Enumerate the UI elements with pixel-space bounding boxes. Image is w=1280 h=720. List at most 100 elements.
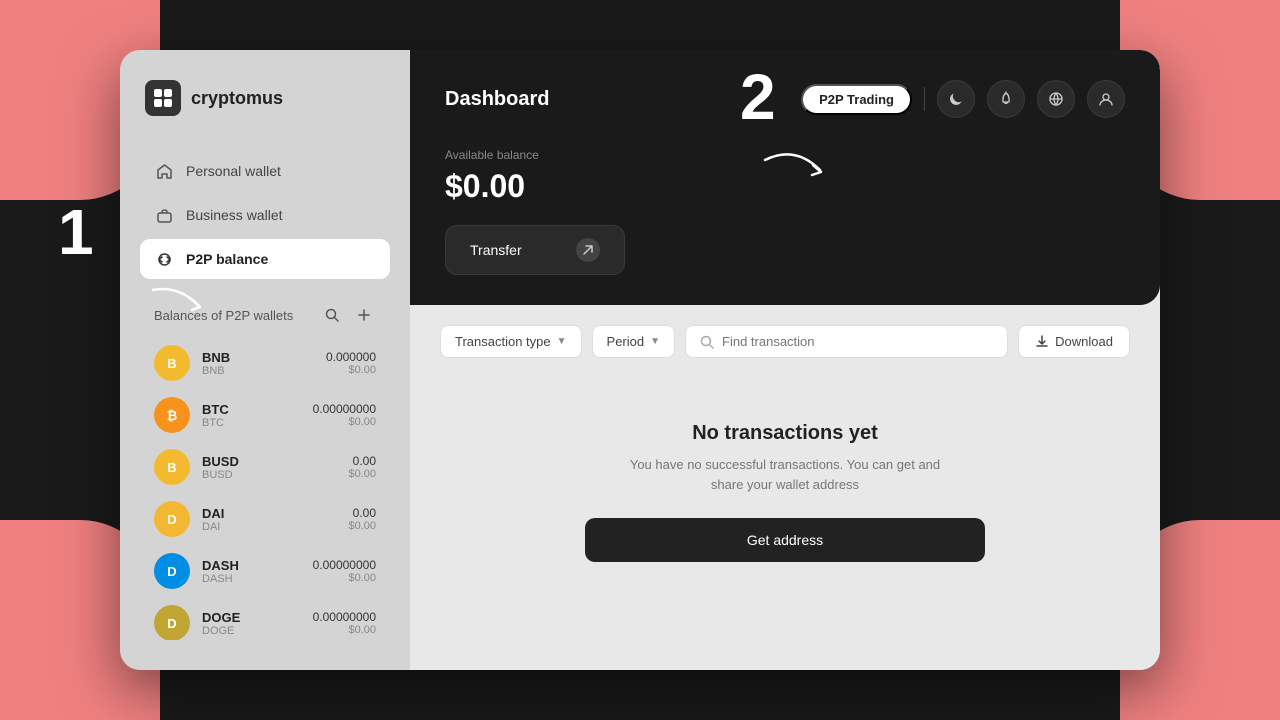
download-button[interactable]: Download bbox=[1018, 325, 1130, 358]
coin-name: DASH bbox=[202, 558, 301, 573]
coin-balance: 0.00000000 $0.00 bbox=[313, 610, 376, 636]
coin-list: B BNB BNB 0.000000 $0.00 ₿ BTC BTC 0.000… bbox=[140, 337, 390, 640]
transfer-button[interactable]: Transfer bbox=[445, 225, 625, 275]
balances-title: Balances of P2P wallets bbox=[154, 308, 293, 323]
empty-title: No transactions yet bbox=[692, 422, 878, 445]
empty-subtitle: You have no successful transactions. You… bbox=[625, 455, 945, 494]
coin-usd: $0.00 bbox=[313, 416, 376, 428]
p2p-icon bbox=[154, 249, 174, 269]
search-box bbox=[685, 325, 1008, 358]
dashboard-right: P2P Trading bbox=[801, 80, 1125, 118]
coin-name: DAI bbox=[202, 506, 336, 521]
coin-icon-bnb: B bbox=[154, 345, 190, 381]
coin-usd: $0.00 bbox=[348, 468, 376, 480]
period-filter[interactable]: Period ▼ bbox=[592, 325, 675, 358]
coin-balance: 0.00 $0.00 bbox=[348, 454, 376, 480]
coin-balance: 0.00 $0.00 bbox=[348, 506, 376, 532]
chevron-down-icon-period: ▼ bbox=[650, 336, 660, 347]
coin-amount: 0.000000 bbox=[326, 350, 376, 364]
balance-label: Available balance bbox=[445, 148, 1125, 162]
coin-amount: 0.00000000 bbox=[313, 402, 376, 416]
sidebar-item-business-wallet[interactable]: Business wallet bbox=[140, 195, 390, 235]
coin-name: BNB bbox=[202, 350, 314, 365]
profile-button[interactable] bbox=[1087, 80, 1125, 118]
coin-icon-doge: D bbox=[154, 605, 190, 640]
transaction-type-filter[interactable]: Transaction type ▼ bbox=[440, 325, 582, 358]
coin-amount: 0.00 bbox=[348, 506, 376, 520]
dashboard-title: Dashboard bbox=[445, 88, 549, 111]
coin-item[interactable]: D DAI DAI 0.00 $0.00 bbox=[140, 493, 390, 545]
coin-usd: $0.00 bbox=[313, 572, 376, 584]
balances-header: Balances of P2P wallets bbox=[140, 287, 390, 337]
coin-item[interactable]: ₿ BTC BTC 0.00000000 $0.00 bbox=[140, 389, 390, 441]
sidebar-item-personal-wallet[interactable]: Personal wallet bbox=[140, 151, 390, 191]
balance-amount: $0.00 bbox=[445, 168, 1125, 205]
language-button[interactable] bbox=[1037, 80, 1075, 118]
coin-amount: 0.00 bbox=[348, 454, 376, 468]
business-wallet-label: Business wallet bbox=[186, 207, 283, 223]
personal-wallet-label: Personal wallet bbox=[186, 163, 281, 179]
main-content: 2 Dashboard P2P Trading bbox=[410, 50, 1160, 670]
home-icon bbox=[154, 161, 174, 181]
sidebar-item-p2p-balance[interactable]: P2P balance bbox=[140, 239, 390, 279]
period-label: Period bbox=[607, 334, 645, 349]
coin-balance: 0.000000 $0.00 bbox=[326, 350, 376, 376]
transfer-label: Transfer bbox=[470, 242, 522, 258]
coin-symbol: BNB bbox=[202, 365, 314, 377]
coin-amount: 0.00000000 bbox=[313, 610, 376, 624]
coin-symbol: DOGE bbox=[202, 625, 301, 637]
filters-row: Transaction type ▼ Period ▼ bbox=[440, 325, 1130, 358]
balances-actions bbox=[320, 303, 376, 327]
coin-name: BTC bbox=[202, 402, 301, 417]
coin-icon-dash: D bbox=[154, 553, 190, 589]
search-input[interactable] bbox=[722, 334, 993, 349]
logo-icon bbox=[145, 80, 181, 116]
coin-balance: 0.00000000 $0.00 bbox=[313, 402, 376, 428]
coin-item[interactable]: D DASH DASH 0.00000000 $0.00 bbox=[140, 545, 390, 597]
p2p-balance-label: P2P balance bbox=[186, 251, 268, 267]
coin-icon-dai: D bbox=[154, 501, 190, 537]
coin-symbol: DAI bbox=[202, 521, 336, 533]
coin-usd: $0.00 bbox=[348, 520, 376, 532]
briefcase-icon bbox=[154, 205, 174, 225]
coin-usd: $0.00 bbox=[326, 364, 376, 376]
transfer-arrow-icon bbox=[576, 238, 600, 262]
coin-item[interactable]: B BUSD BUSD 0.00 $0.00 bbox=[140, 441, 390, 493]
transaction-type-label: Transaction type bbox=[455, 334, 551, 349]
coin-info: DOGE DOGE bbox=[202, 610, 301, 637]
coin-info: BTC BTC bbox=[202, 402, 301, 429]
transactions-section: Transaction type ▼ Period ▼ bbox=[410, 305, 1160, 670]
annotation-1: 1 bbox=[58, 195, 94, 269]
add-wallet-button[interactable] bbox=[352, 303, 376, 327]
chevron-down-icon: ▼ bbox=[557, 336, 567, 347]
header-divider bbox=[924, 87, 925, 111]
main-container: cryptomus Personal wallet Busines bbox=[120, 50, 1160, 670]
coin-balance: 0.00000000 $0.00 bbox=[313, 558, 376, 584]
search-wallets-button[interactable] bbox=[320, 303, 344, 327]
coin-icon-busd: B bbox=[154, 449, 190, 485]
coin-usd: $0.00 bbox=[313, 624, 376, 636]
coin-item[interactable]: B BNB BNB 0.000000 $0.00 bbox=[140, 337, 390, 389]
coin-symbol: BTC bbox=[202, 417, 301, 429]
logo-area: cryptomus bbox=[140, 80, 390, 116]
coin-icon-btc: ₿ bbox=[154, 397, 190, 433]
coin-symbol: BUSD bbox=[202, 469, 336, 481]
dashboard-card: 2 Dashboard P2P Trading bbox=[410, 50, 1160, 305]
download-label: Download bbox=[1055, 334, 1113, 349]
coin-item[interactable]: D DOGE DOGE 0.00000000 $0.00 bbox=[140, 597, 390, 640]
notifications-button[interactable] bbox=[987, 80, 1025, 118]
p2p-trading-button[interactable]: P2P Trading bbox=[801, 84, 912, 115]
coin-symbol: DASH bbox=[202, 573, 301, 585]
coin-info: BUSD BUSD bbox=[202, 454, 336, 481]
search-icon bbox=[700, 335, 714, 349]
dashboard-header: Dashboard P2P Trading bbox=[445, 80, 1125, 118]
sidebar: cryptomus Personal wallet Busines bbox=[120, 50, 410, 670]
logo-text: cryptomus bbox=[191, 88, 283, 109]
coin-info: DAI DAI bbox=[202, 506, 336, 533]
get-address-button[interactable]: Get address bbox=[585, 518, 985, 562]
download-icon bbox=[1035, 335, 1049, 349]
empty-state: No transactions yet You have no successf… bbox=[440, 382, 1130, 602]
coin-info: DASH DASH bbox=[202, 558, 301, 585]
dark-mode-button[interactable] bbox=[937, 80, 975, 118]
coin-name: DOGE bbox=[202, 610, 301, 625]
